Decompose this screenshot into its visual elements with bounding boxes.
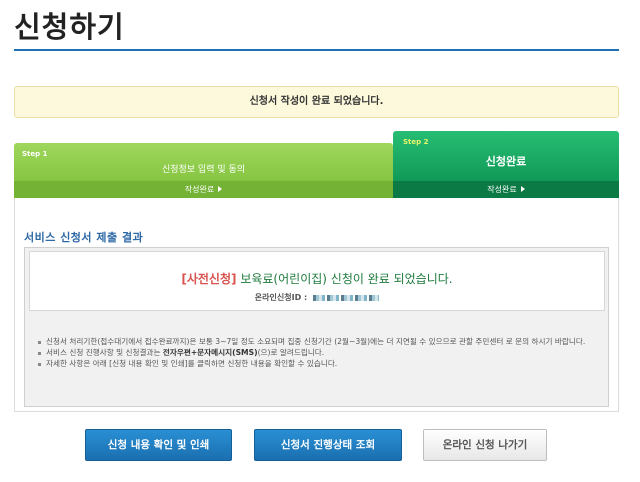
step-1-title: 신청정보 입력 및 동의 bbox=[161, 165, 246, 175]
step-2-indicator: Step 2 신청완료 작성완료 bbox=[393, 131, 619, 198]
step-2-status: 작성완료 bbox=[393, 181, 619, 198]
page-title: 신청하기 bbox=[14, 10, 125, 44]
info-item-sms: 서비스 신청 진행사항 및 신청결과는 전자우편+문자메시지(SMS)(으)로 … bbox=[38, 347, 598, 358]
masked-id-value bbox=[313, 294, 380, 301]
step-1-status: 작성완료 bbox=[14, 181, 393, 198]
step-1-indicator: Step 1 신청정보 입력 및 동의 작성완료 bbox=[14, 143, 393, 198]
online-application-id-label: 온라인신청ID : bbox=[254, 293, 308, 302]
step-2-status-label: 작성완료 bbox=[487, 185, 517, 194]
result-message-text: 보육료(어린이집) 신청이 완료 되었습니다. bbox=[236, 272, 453, 286]
step-2-number: Step 2 bbox=[403, 138, 429, 146]
result-box: [사전신청] 보육료(어린이집) 신청이 완료 되었습니다. 온라인신청ID : bbox=[29, 251, 605, 311]
title-divider bbox=[14, 49, 619, 51]
section-title: 서비스 신청서 제출 결과 bbox=[24, 231, 144, 244]
info-sms-before: 서비스 신청 진행사항 및 신청결과는 bbox=[46, 348, 163, 357]
step-1-number: Step 1 bbox=[22, 150, 48, 158]
info-item: 자세한 사항은 아래 [신청 내용 확인 및 인쇄]를 클릭하면 신청한 내용을… bbox=[38, 358, 598, 369]
pre-application-tag: [사전신청] bbox=[181, 272, 237, 286]
print-application-button[interactable]: 신청 내용 확인 및 인쇄 bbox=[85, 429, 232, 461]
info-sms-after: (으)로 알려드립니다. bbox=[257, 348, 325, 357]
online-application-id: 온라인신청ID : bbox=[30, 292, 604, 303]
result-message: [사전신청] 보육료(어린이집) 신청이 완료 되었습니다. bbox=[30, 270, 604, 287]
step-1-status-label: 작성완료 bbox=[184, 185, 215, 194]
completion-notice: 신청서 작성이 완료 되었습니다. bbox=[14, 86, 619, 118]
info-sms-method: 전자우편+문자메시지(SMS) bbox=[162, 348, 258, 357]
arrow-right-icon bbox=[218, 186, 223, 192]
info-list: 신청서 처리기한(접수대기에서 접수완료까지)은 보통 3~7일 정도 소요되며… bbox=[38, 336, 598, 369]
check-status-button[interactable]: 신청서 진행상태 조회 bbox=[254, 429, 402, 461]
exit-online-application-button[interactable]: 온라인 신청 나가기 bbox=[423, 429, 547, 461]
arrow-right-icon bbox=[520, 186, 525, 192]
info-item: 신청서 처리기한(접수대기에서 접수완료까지)은 보통 3~7일 정도 소요되며… bbox=[38, 336, 598, 347]
step-2-title: 신청완료 bbox=[485, 155, 527, 168]
